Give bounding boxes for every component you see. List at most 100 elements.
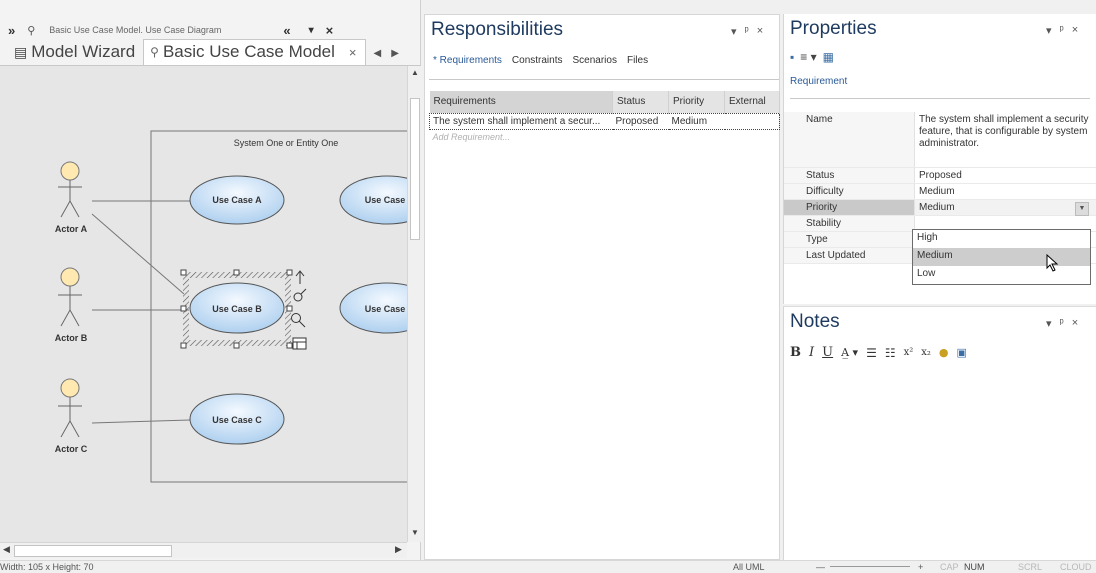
diagram-window-title: Basic Use Case Model. Use Case Diagram xyxy=(49,25,222,35)
tab-files[interactable]: Files xyxy=(627,55,648,66)
diagram-vertical-scrollbar[interactable]: ▲ ▼ xyxy=(407,66,421,542)
collapse-button[interactable]: « xyxy=(283,23,290,38)
tab-underline xyxy=(790,98,1090,99)
properties-dialog-icon[interactable]: ▦ xyxy=(823,50,834,64)
list-menu-icon[interactable]: ≡ ▾ xyxy=(800,50,816,64)
property-value[interactable]: The system shall implement a security fe… xyxy=(914,112,1096,167)
property-row-name[interactable]: Name The system shall implement a securi… xyxy=(784,112,1096,168)
column-header-priority[interactable]: Priority xyxy=(668,91,725,113)
scroll-thumb[interactable] xyxy=(14,545,172,557)
column-header-status[interactable]: Status xyxy=(612,91,669,113)
system-boundary-label: System One or Entity One xyxy=(234,138,339,148)
use-case-label: Use Case A xyxy=(212,195,262,205)
property-key: Last Updated xyxy=(784,248,914,263)
close-icon[interactable]: × xyxy=(757,25,763,38)
scroll-left-icon[interactable]: ◀ xyxy=(3,544,10,555)
use-case-b[interactable]: Use Case B xyxy=(189,282,285,334)
cell-priority[interactable]: Medium xyxy=(668,112,725,130)
responsibilities-tabs: * Requirements Constraints Scenarios Fil… xyxy=(433,55,648,66)
chevron-down-icon[interactable]: ▼ xyxy=(1075,202,1089,216)
cell-status[interactable]: Proposed xyxy=(612,112,669,130)
bold-button[interactable]: B xyxy=(790,345,801,360)
bullet-list-icon[interactable]: ☰ xyxy=(866,346,877,360)
expand-button[interactable]: » xyxy=(8,23,15,38)
cell-external[interactable] xyxy=(724,112,780,130)
model-wizard-icon: ▤ xyxy=(14,43,28,60)
pin-icon[interactable]: ᵖ xyxy=(1060,317,1064,330)
document-icon[interactable]: ▣ xyxy=(957,346,967,359)
caps-lock-indicator: CAP xyxy=(940,562,959,572)
tab-requirement[interactable]: Requirement xyxy=(790,76,847,87)
window-menu-button[interactable]: ▾ xyxy=(309,25,314,36)
window-controls: ▾ ᵖ × xyxy=(731,25,763,38)
scroll-right-icon[interactable]: ▶ xyxy=(395,544,402,555)
notes-text-area[interactable] xyxy=(784,371,1096,561)
zoom-slider[interactable] xyxy=(830,566,910,567)
property-value[interactable]: Medium xyxy=(914,184,1096,199)
subscript-icon[interactable]: x₂ xyxy=(921,347,931,358)
dropdown-option-medium[interactable]: Medium xyxy=(913,248,1090,266)
save-icon[interactable]: ▪ xyxy=(790,50,794,64)
window-menu-icon[interactable]: ▾ xyxy=(1046,317,1052,330)
actor-a[interactable]: Actor A xyxy=(55,161,88,234)
link-icon[interactable]: ● xyxy=(939,346,949,359)
window-controls: ▾ ᵖ × xyxy=(1046,24,1078,37)
perspective-label[interactable]: All UML xyxy=(733,562,765,572)
dropdown-option-high[interactable]: High xyxy=(913,230,1090,248)
numbered-list-icon[interactable]: ☷ xyxy=(885,346,896,360)
font-color-icon[interactable]: A̲ ▾ xyxy=(841,346,858,359)
underline-button[interactable]: U xyxy=(822,345,833,360)
properties-shortcut-icon[interactable] xyxy=(292,337,307,350)
priority-select[interactable]: Medium ▼ xyxy=(914,200,1096,216)
close-icon[interactable]: × xyxy=(1072,317,1078,330)
use-case-c[interactable]: Use Case C xyxy=(189,393,285,445)
actor-label: Actor A xyxy=(55,224,88,234)
actor-c[interactable]: Actor C xyxy=(55,378,88,454)
window-menu-icon[interactable]: ▾ xyxy=(731,25,737,38)
window-close-button[interactable]: × xyxy=(326,23,334,38)
window-menu-icon[interactable]: ▾ xyxy=(1046,24,1052,37)
tab-next-icon[interactable]: ▶ xyxy=(391,48,399,59)
tab-basic-use-case-model[interactable]: ⚲ Basic Use Case Model × xyxy=(143,39,366,65)
column-header-requirements[interactable]: Requirements xyxy=(429,91,613,113)
tab-label: Basic Use Case Model xyxy=(162,42,335,61)
scroll-up-icon[interactable]: ▲ xyxy=(408,68,422,77)
tab-prev-icon[interactable]: ◀ xyxy=(374,48,382,59)
property-row-difficulty[interactable]: Difficulty Medium xyxy=(784,184,1096,200)
add-requirement-placeholder[interactable]: Add Requirement... xyxy=(430,129,780,145)
scroll-down-icon[interactable]: ▼ xyxy=(408,528,422,537)
tab-constraints[interactable]: Constraints xyxy=(512,55,563,66)
num-lock-indicator: NUM xyxy=(964,562,985,572)
superscript-icon[interactable]: x² xyxy=(904,347,914,358)
tab-scenarios[interactable]: Scenarios xyxy=(573,55,617,66)
close-icon[interactable]: × xyxy=(1072,24,1078,37)
tab-model-wizard[interactable]: ▤ Model Wizard xyxy=(0,42,143,65)
property-value[interactable]: Proposed xyxy=(914,168,1096,183)
column-header-external[interactable]: External xyxy=(724,91,780,113)
use-case-a[interactable]: Use Case A xyxy=(189,175,285,225)
zoom-in-icon[interactable]: + xyxy=(918,562,923,572)
responsibilities-title: Responsibilities xyxy=(431,19,564,40)
property-row-priority[interactable]: Priority Medium ▼ xyxy=(784,200,1096,216)
actor-b[interactable]: Actor B xyxy=(55,267,88,343)
dropdown-option-low[interactable]: Low xyxy=(913,266,1090,284)
properties-title: Properties xyxy=(790,18,877,39)
actor-label: Actor C xyxy=(55,444,88,454)
property-row-status[interactable]: Status Proposed xyxy=(784,168,1096,184)
diagram-canvas[interactable]: System One or Entity One Actor A Actor B… xyxy=(0,66,407,542)
priority-dropdown-list: High Medium Low xyxy=(912,229,1091,285)
cell-requirement[interactable]: The system shall implement a secur... xyxy=(429,112,613,130)
scroll-thumb[interactable] xyxy=(410,98,420,240)
diagram-horizontal-scrollbar[interactable]: ◀ ▶ xyxy=(0,542,407,558)
table-row[interactable]: The system shall implement a secur... Pr… xyxy=(429,112,780,130)
window-controls: ▾ ᵖ × xyxy=(1046,317,1078,330)
tab-close-icon[interactable]: × xyxy=(349,45,357,60)
pin-icon[interactable]: ᵖ xyxy=(1060,24,1064,37)
add-requirement-row[interactable]: Add Requirement... xyxy=(430,129,780,145)
tab-requirements[interactable]: * Requirements xyxy=(433,55,502,66)
table-header-row: Requirements Status Priority External xyxy=(429,91,780,113)
pin-icon[interactable]: ᵖ xyxy=(745,25,749,38)
zoom-out-icon[interactable]: — xyxy=(816,562,825,572)
diagram-window-header: » ⚲ Basic Use Case Model. Use Case Diagr… xyxy=(0,20,421,40)
italic-button[interactable]: I xyxy=(809,345,814,360)
